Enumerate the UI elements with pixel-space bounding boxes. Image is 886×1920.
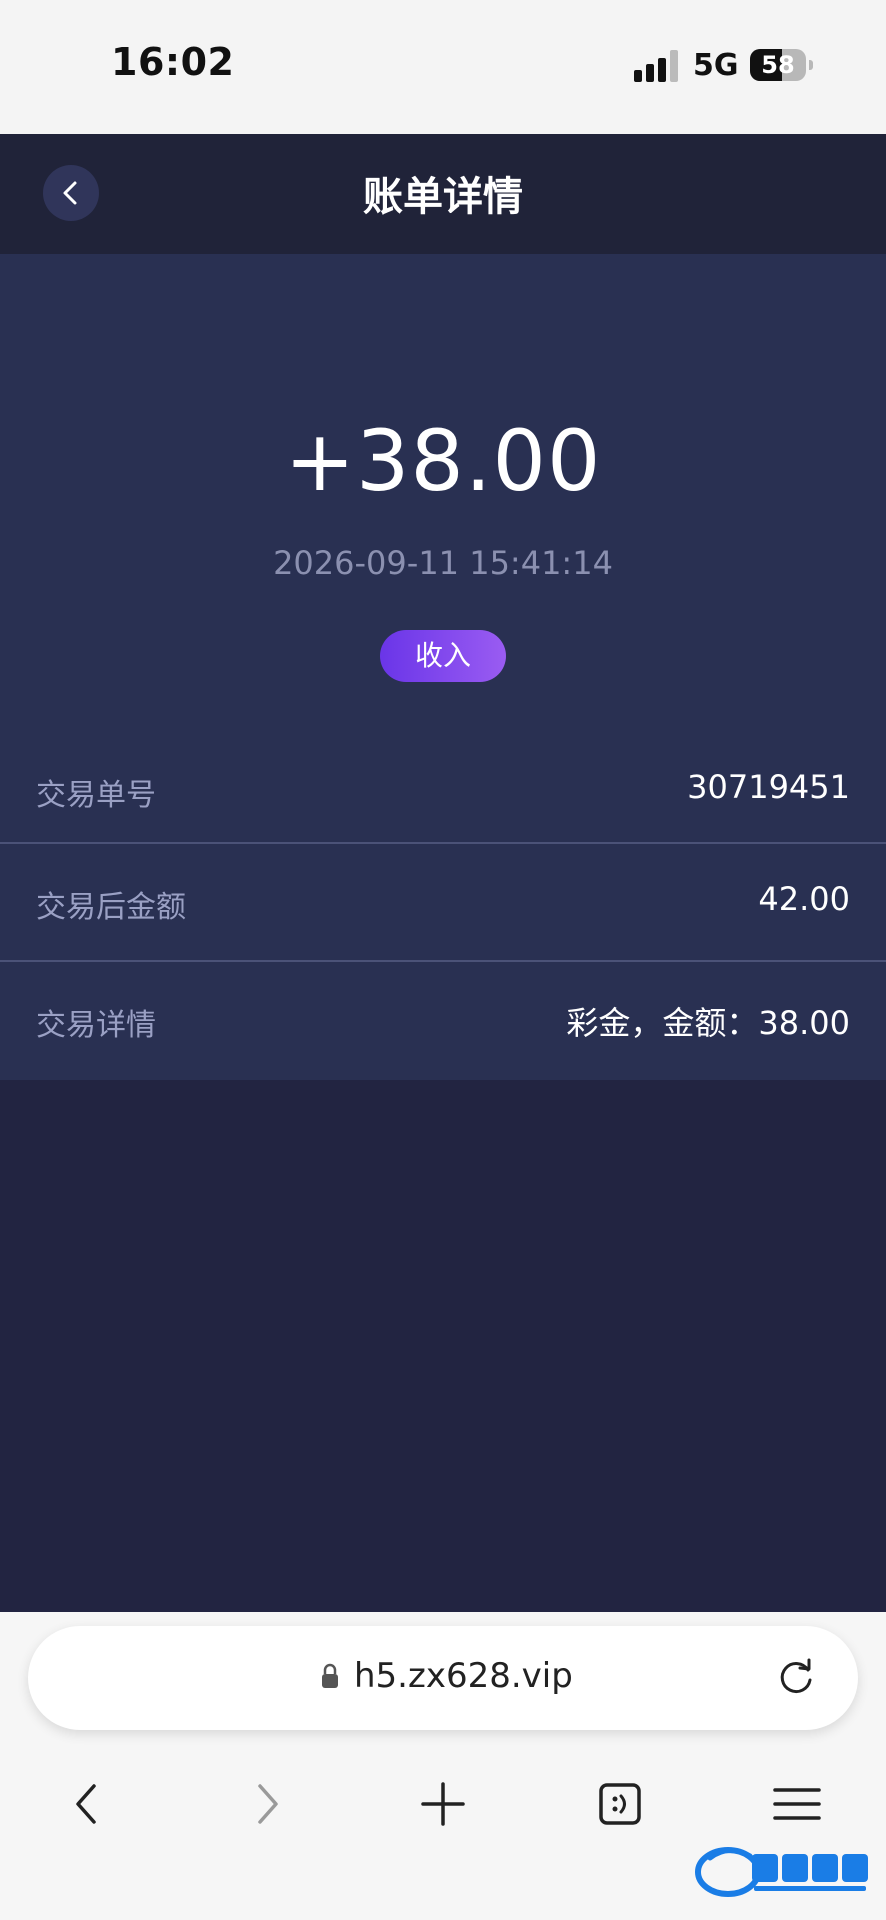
status-time: 16:02 [111, 40, 235, 84]
detail-value: 42.00 [758, 880, 850, 918]
type-badge: 收入 [380, 630, 506, 682]
detail-row-description: 交易详情 彩金，金额：38.00 [0, 962, 886, 1080]
url-text: h5.zx628.vip [354, 1656, 573, 1696]
browser-forward-icon[interactable] [236, 1774, 296, 1834]
lock-icon [322, 1663, 338, 1688]
new-tab-icon[interactable] [413, 1774, 473, 1834]
network-type: 5G [693, 48, 739, 83]
transaction-amount: +38.00 [284, 412, 602, 510]
watermark-logo [695, 1847, 868, 1897]
detail-row-order-number: 交易单号 30719451 [0, 732, 886, 850]
status-bar: 16:02 5G 58 [0, 0, 886, 134]
amount-card: +38.00 2026-09-11 15:41:14 收入 [0, 254, 886, 732]
browser-back-icon[interactable] [58, 1774, 118, 1834]
page-title: 账单详情 [363, 174, 523, 220]
tabs-icon[interactable] [590, 1774, 650, 1834]
detail-value: 30719451 [687, 768, 850, 806]
detail-label: 交易单号 [36, 778, 156, 813]
reload-icon[interactable] [774, 1656, 818, 1700]
detail-label: 交易详情 [36, 1008, 156, 1043]
battery-cap [809, 60, 813, 70]
detail-label: 交易后金额 [36, 890, 186, 925]
transaction-datetime: 2026-09-11 15:41:14 [273, 544, 613, 582]
battery-level: 58 [761, 51, 795, 79]
signal-icon [634, 50, 682, 82]
battery-icon: 58 [750, 49, 806, 81]
detail-row-balance-after: 交易后金额 42.00 [0, 844, 886, 962]
menu-icon[interactable] [767, 1774, 827, 1834]
main-content: +38.00 2026-09-11 15:41:14 收入 交易单号 30719… [0, 254, 886, 1612]
address-bar[interactable]: h5.zx628.vip [28, 1626, 858, 1730]
nav-bar: 账单详情 [0, 134, 886, 254]
detail-value: 彩金，金额：38.00 [566, 1004, 850, 1042]
